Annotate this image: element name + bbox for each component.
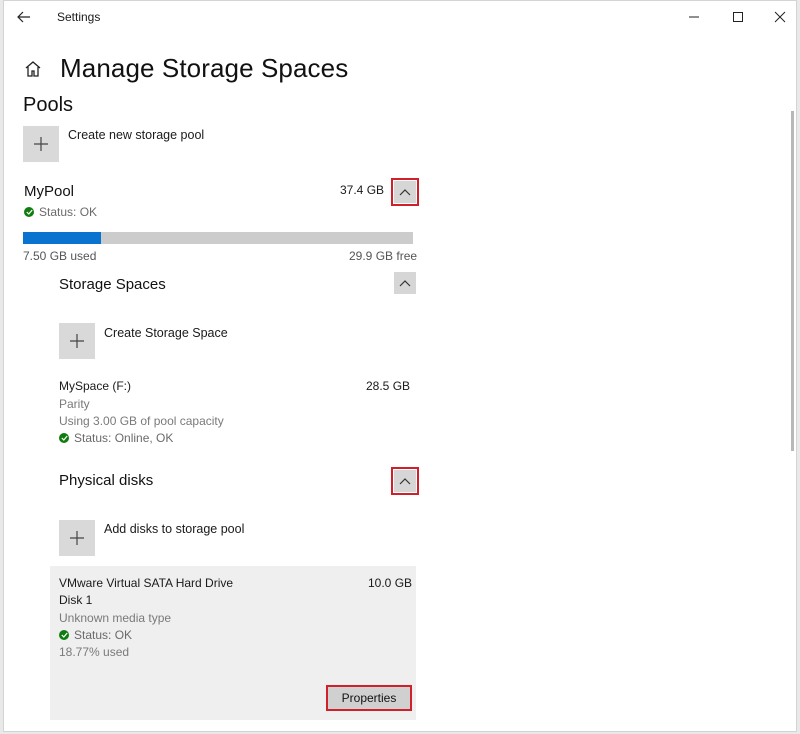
properties-button[interactable]: Properties <box>326 685 412 711</box>
disk-name: VMware Virtual SATA Hard Drive <box>59 576 234 590</box>
pool-usage-bar <box>23 232 413 244</box>
space-name: MySpace (F:) <box>59 379 132 393</box>
space-usage: Using 3.00 GB of pool capacity <box>59 414 224 428</box>
status-ok-icon <box>59 433 69 443</box>
pool-status-text: Status: OK <box>39 205 98 219</box>
pool-used-label: 7.50 GB used <box>23 249 97 263</box>
plus-icon <box>70 531 84 545</box>
create-pool-button[interactable] <box>23 126 59 162</box>
add-disks-button[interactable] <box>59 520 95 556</box>
pool-status: Status: OK <box>24 205 97 219</box>
pool-collapse-button[interactable] <box>391 178 419 206</box>
space-size: 28.5 GB <box>366 379 411 393</box>
space-status-text: Status: Online, OK <box>74 431 174 445</box>
create-pool-label[interactable]: Create new storage pool <box>68 128 204 142</box>
pools-heading: Pools <box>23 94 74 116</box>
app-title: Settings <box>57 10 101 24</box>
create-storage-space-label[interactable]: Create Storage Space <box>104 326 228 340</box>
storage-spaces-collapse-button[interactable] <box>394 272 416 294</box>
chevron-up-icon <box>399 189 411 196</box>
disk-used: 18.77% used <box>59 645 130 659</box>
status-ok-icon <box>24 207 34 217</box>
title-bar: Settings <box>4 1 796 33</box>
pool-size: 37.4 GB <box>340 183 385 197</box>
plus-icon <box>34 137 48 151</box>
pool-name: MyPool <box>24 183 75 200</box>
close-button[interactable] <box>770 7 790 27</box>
disk-media-type: Unknown media type <box>59 611 172 625</box>
disk-number: Disk 1 <box>59 593 93 607</box>
chevron-up-icon <box>399 280 411 287</box>
minimize-button[interactable] <box>684 7 704 27</box>
disk-status: Status: OK <box>59 628 132 642</box>
page-header: Manage Storage Spaces <box>24 53 348 84</box>
create-storage-space-button[interactable] <box>59 323 95 359</box>
settings-window: Settings Manage Storage Spaces Pools Cre… <box>3 0 797 732</box>
home-icon <box>25 60 41 77</box>
back-arrow-icon <box>17 11 30 23</box>
storage-spaces-heading: Storage Spaces <box>59 276 166 293</box>
disk-status-text: Status: OK <box>74 628 133 642</box>
space-status: Status: Online, OK <box>59 431 173 445</box>
close-icon <box>774 11 786 23</box>
pool-free-label: 29.9 GB free <box>349 249 418 263</box>
page-title: Manage Storage Spaces <box>60 53 349 83</box>
space-resiliency: Parity <box>59 397 90 411</box>
pool-usage-fill <box>23 232 101 244</box>
maximize-icon <box>733 12 743 22</box>
chevron-up-icon <box>399 478 411 485</box>
status-ok-icon <box>59 630 69 640</box>
scrollbar[interactable] <box>791 111 794 451</box>
physical-disks-heading: Physical disks <box>59 472 154 489</box>
home-button[interactable] <box>24 59 44 79</box>
back-button[interactable] <box>12 6 36 28</box>
maximize-button[interactable] <box>728 7 748 27</box>
minimize-icon <box>689 16 699 18</box>
physical-disks-collapse-button[interactable] <box>391 467 419 495</box>
plus-icon <box>70 334 84 348</box>
add-disks-label[interactable]: Add disks to storage pool <box>104 522 244 536</box>
disk-size: 10.0 GB <box>368 576 413 590</box>
